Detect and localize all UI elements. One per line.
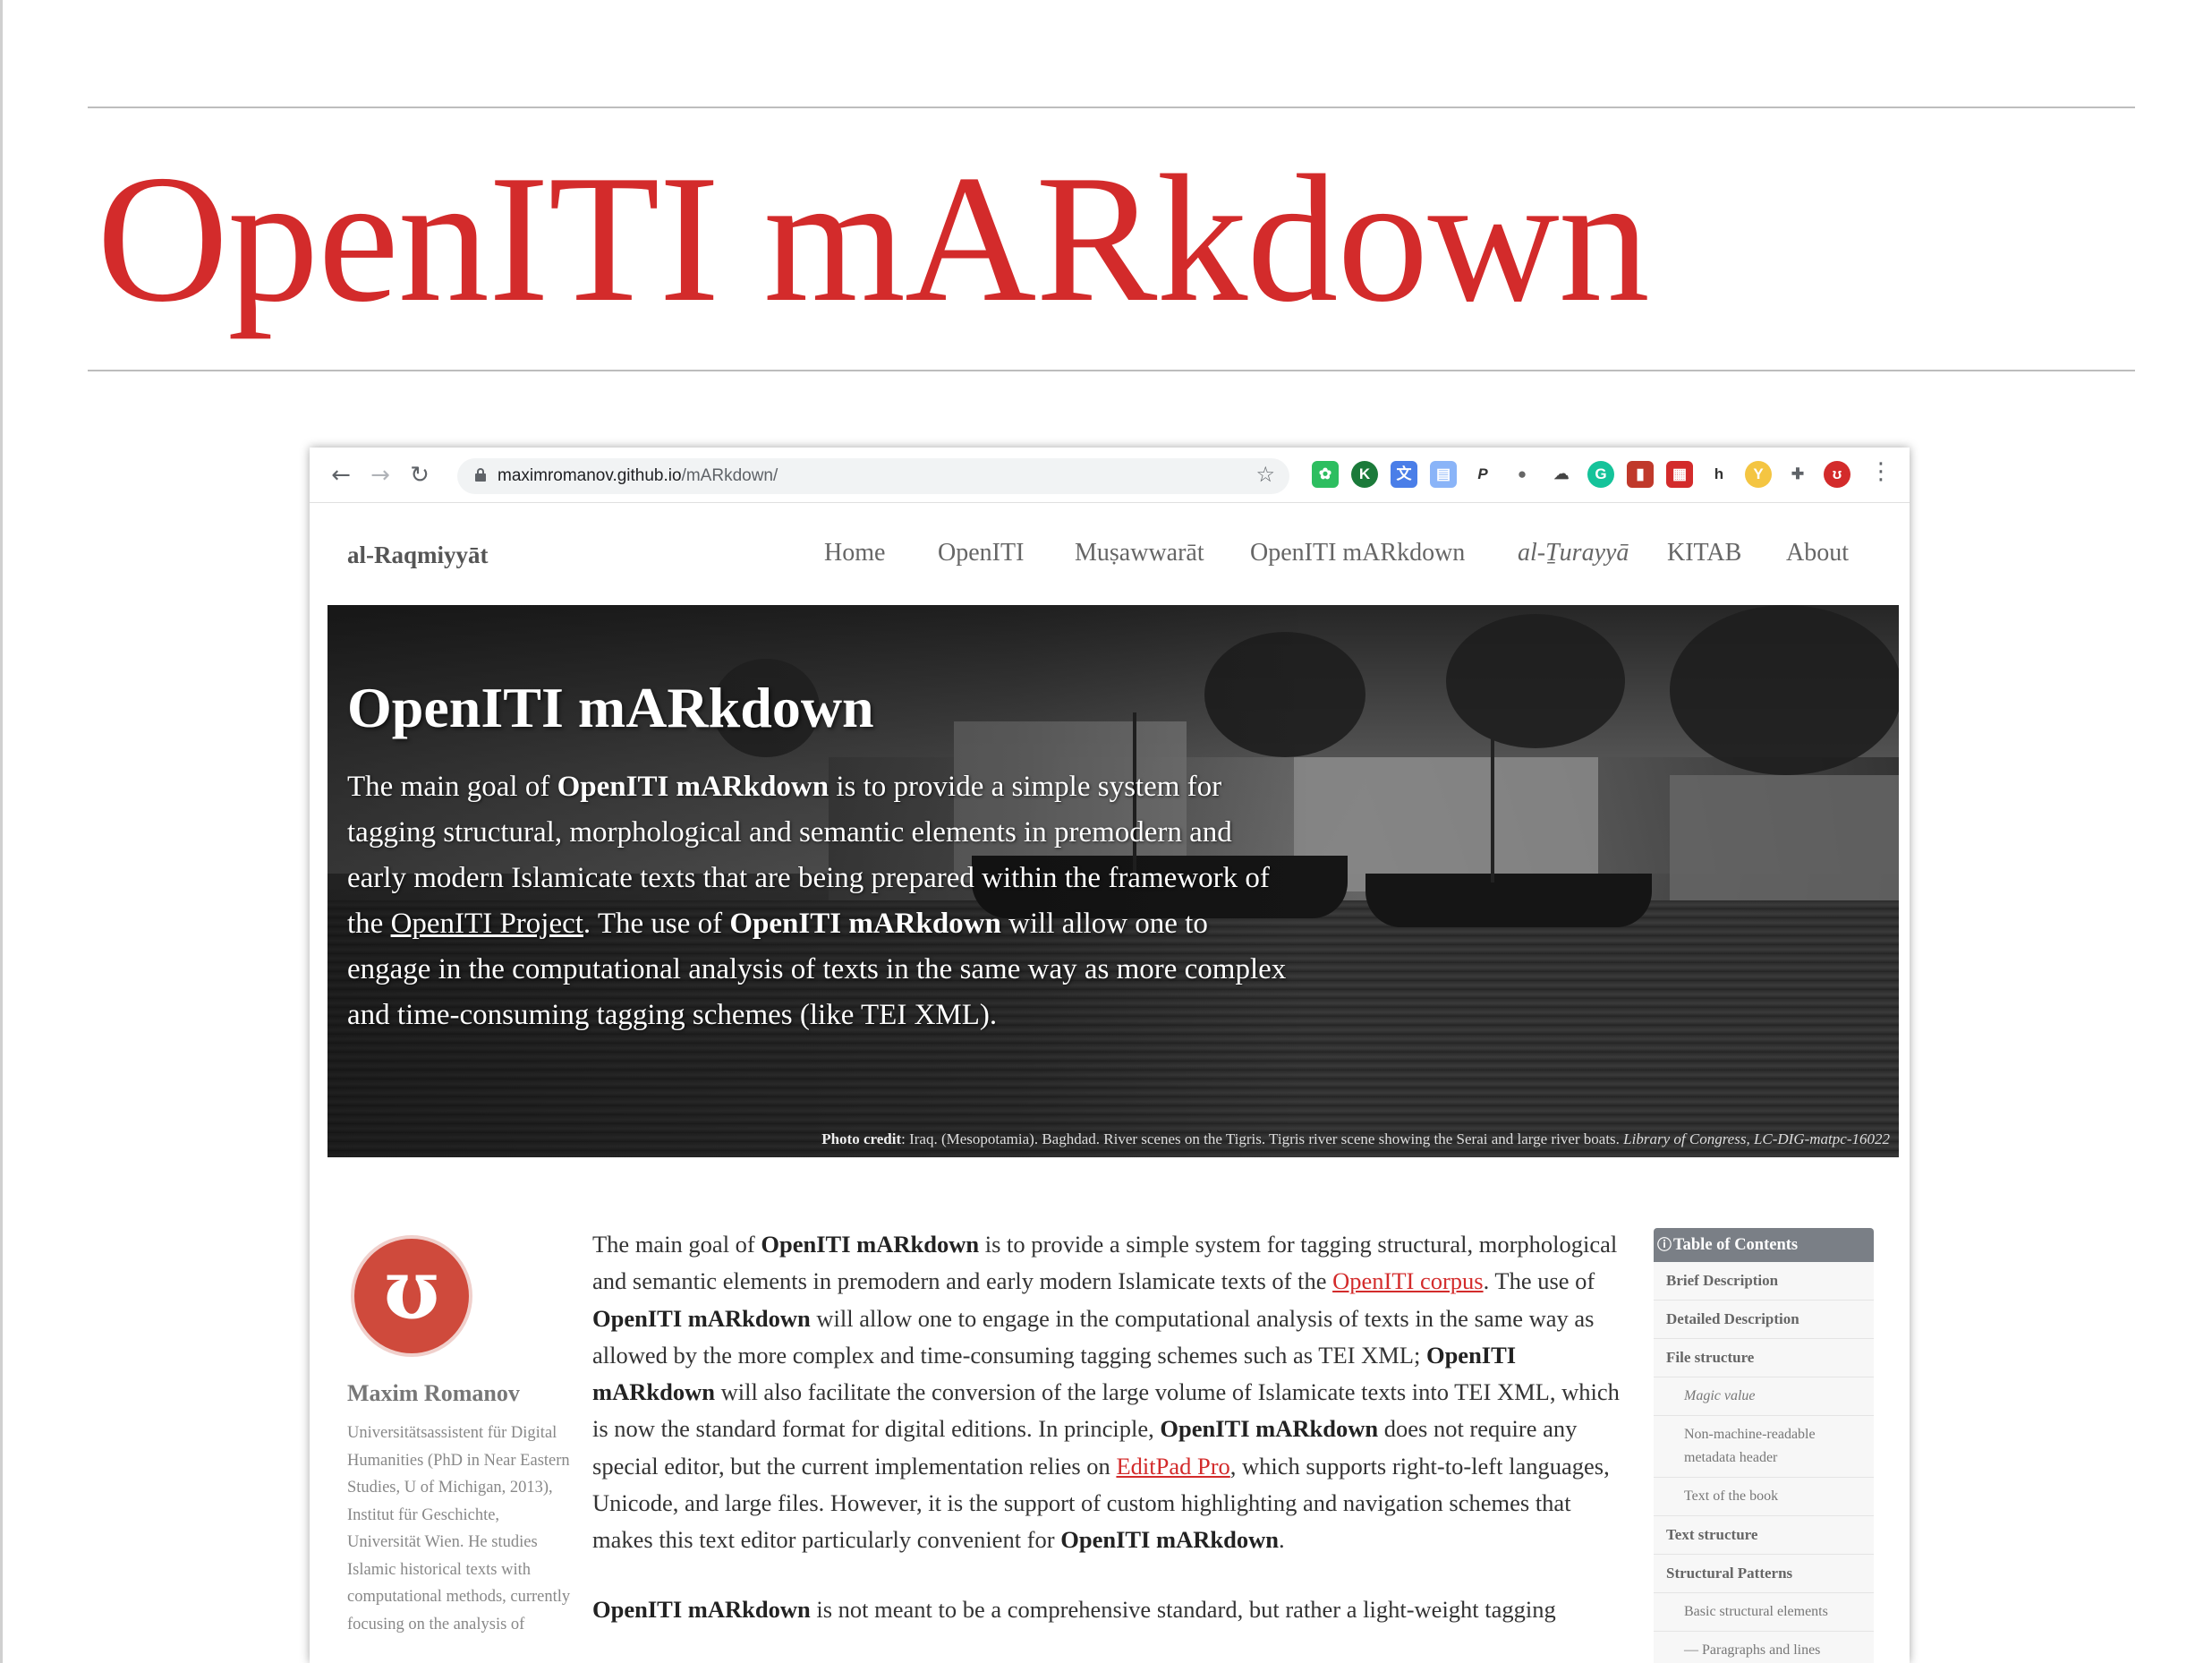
nav-home[interactable]: Home	[824, 539, 885, 567]
star-icon[interactable]: ☆	[1255, 462, 1275, 487]
openiti-project-link[interactable]: OpenITI Project	[391, 908, 583, 940]
forward-arrow-icon[interactable]: →	[365, 460, 396, 490]
question-circle-icon: ⓘ	[1657, 1236, 1672, 1253]
url-path: /mARkdown/	[681, 466, 778, 485]
toc-item-metadata-header[interactable]: Non-machine-readable metadata header	[1654, 1416, 1874, 1478]
slide-bottom-rule	[88, 370, 2135, 371]
browser-window: ← → ↻ maximromanov.github.io/mARkdown/ ☆…	[310, 448, 1910, 1663]
p-extension-icon[interactable]: P	[1469, 461, 1496, 488]
url-host: maximromanov.github.io	[498, 466, 682, 485]
profile-avatar-icon[interactable]: ʊ	[1824, 461, 1850, 488]
hero-banner: OpenITI mARkdown The main goal of OpenIT…	[328, 605, 1899, 1157]
hero-intro: The main goal of OpenITI mARkdown is to …	[347, 771, 1287, 1031]
book-extension-icon[interactable]: ▮	[1627, 461, 1654, 488]
openiti-corpus-link[interactable]: OpenITI corpus	[1332, 1267, 1484, 1294]
table-of-contents: ⓘ Table of Contents Brief Description Det…	[1654, 1228, 1874, 1663]
nav-openiti[interactable]: OpenITI	[938, 539, 1024, 567]
back-arrow-icon[interactable]: ←	[326, 460, 356, 490]
toc-header: ⓘ Table of Contents	[1654, 1228, 1874, 1262]
hero-photo-palm	[1670, 605, 1899, 775]
toc-item-detailed-description[interactable]: Detailed Description	[1654, 1301, 1874, 1339]
toc-item-text-structure[interactable]: Text structure	[1654, 1516, 1874, 1555]
hero-photo-boat	[1365, 874, 1652, 927]
toc-item-text-of-the-book[interactable]: Text of the book	[1654, 1478, 1874, 1516]
author-avatar: ʊ	[351, 1235, 472, 1357]
site-navbar: al-Raqmiyyāt Home OpenITI Muṣawwarāt Ope…	[310, 503, 1910, 605]
hero-photo-mast	[1491, 739, 1494, 883]
circle-extension-icon[interactable]: ●	[1509, 461, 1536, 488]
puzzle-icon[interactable]: ✚	[1784, 461, 1811, 488]
author-bio: Universitätsassistent für Digital Humani…	[347, 1424, 571, 1633]
lock-icon	[475, 468, 486, 482]
toc-item-paragraphs-and-lines[interactable]: — Paragraphs and lines	[1654, 1632, 1874, 1663]
nav-kitab[interactable]: KITAB	[1667, 539, 1741, 567]
nav-al-turayya[interactable]: al-Ṯurayyā	[1518, 539, 1629, 567]
slide-top-rule	[88, 107, 2135, 108]
hero-title: OpenITI mARkdown	[347, 676, 874, 739]
address-bar[interactable]: maximromanov.github.io/mARkdown/ ☆	[457, 458, 1289, 494]
reload-icon[interactable]: ↻	[404, 460, 435, 490]
editpad-pro-link[interactable]: EditPad Pro	[1116, 1453, 1229, 1480]
photo-credit: Photo credit: Iraq. (Mesopotamia). Baghd…	[821, 1130, 1890, 1147]
cloud-extension-icon[interactable]: ☁	[1548, 461, 1575, 488]
nav-about[interactable]: About	[1786, 539, 1849, 567]
toc-item-structural-patterns[interactable]: Structural Patterns	[1654, 1555, 1874, 1593]
content-paragraph: OpenITI mARkdown is not meant to be a co…	[592, 1595, 1556, 1623]
hero-photo-palm	[1446, 614, 1625, 748]
author-logo-icon: ʊ	[383, 1241, 440, 1337]
nav-musawwarat[interactable]: Muṣawwarāt	[1075, 539, 1204, 567]
grammarly-extension-icon[interactable]: G	[1587, 461, 1614, 488]
url-text[interactable]: maximromanov.github.io/mARkdown/	[498, 466, 778, 486]
main-content: The main goal of OpenITI mARkdown is to …	[592, 1226, 1630, 1660]
grid-extension-icon[interactable]: ▦	[1666, 461, 1693, 488]
slide-left-border	[0, 0, 3, 1663]
author-name: Maxim Romanov	[347, 1380, 520, 1406]
hero-photo-building	[1670, 775, 1899, 900]
document-extension-icon[interactable]: ▤	[1430, 461, 1457, 488]
translate-extension-icon[interactable]: 文	[1391, 461, 1417, 488]
browser-toolbar: ← → ↻ maximromanov.github.io/mARkdown/ ☆…	[310, 448, 1910, 503]
content-paragraph: The main goal of OpenITI mARkdown is to …	[592, 1231, 1620, 1554]
y-extension-icon[interactable]: Y	[1745, 461, 1772, 488]
slide-title: OpenITI mARkdown	[97, 138, 1650, 340]
toc-item-basic-structural-elements[interactable]: Basic structural elements	[1654, 1593, 1874, 1632]
k-extension-icon[interactable]: K	[1351, 461, 1378, 488]
evernote-extension-icon[interactable]: ✿	[1312, 461, 1339, 488]
toc-item-magic-value[interactable]: Magic value	[1654, 1377, 1874, 1416]
site-brand[interactable]: al-Raqmiyyāt	[347, 542, 489, 569]
nav-openiti-markdown[interactable]: OpenITI mARkdown	[1250, 539, 1465, 567]
kebab-menu-icon[interactable]: ⋮	[1869, 458, 1893, 485]
toc-item-brief-description[interactable]: Brief Description	[1654, 1262, 1874, 1301]
h-extension-icon[interactable]: h	[1706, 461, 1732, 488]
toc-item-file-structure[interactable]: File structure	[1654, 1339, 1874, 1377]
